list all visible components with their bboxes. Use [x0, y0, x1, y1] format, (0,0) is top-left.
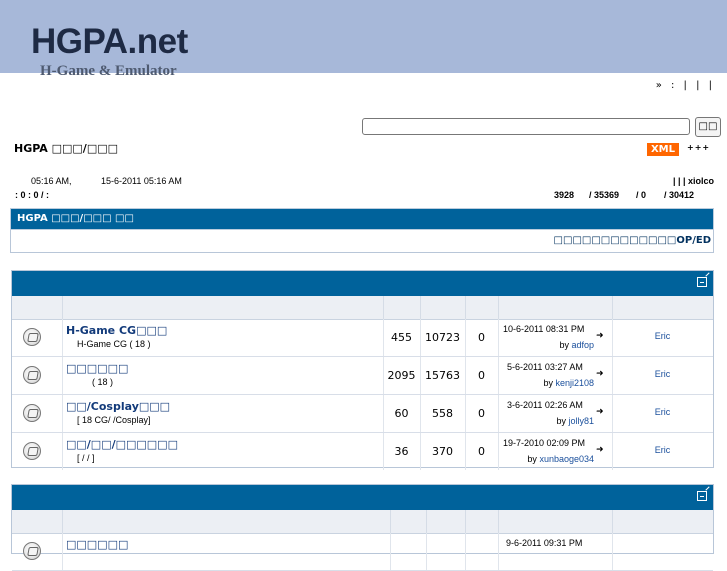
forum-topics-count: 60	[394, 407, 409, 420]
last-post-date: 19-7-2010 02:09 PM	[503, 438, 586, 448]
section-column-headers	[12, 296, 713, 320]
forum-section-1: H-Game CG□□□ H-Game CG ( 18 ) 455 10723 …	[11, 270, 714, 470]
announcement-body: □□□□□□□□□□□□□OP/ED	[10, 230, 714, 253]
forum-today-count: 0	[478, 407, 485, 420]
section-header	[12, 485, 713, 510]
last-post-user-link[interactable]: adfop	[571, 340, 594, 350]
announcement-header: HGPA □□□/□□□ □□	[10, 208, 714, 230]
section-column-headers	[12, 510, 713, 534]
site-logo[interactable]: HGPA.net	[31, 22, 188, 62]
forum-title-link[interactable]: □□/Cosplay□□□	[66, 400, 170, 413]
search-input[interactable]	[362, 118, 690, 135]
forum-title-link[interactable]: □□□□□□	[66, 362, 128, 375]
last-post-date: 10-6-2011 08:31 PM	[503, 324, 585, 334]
last-post-by-label: by	[527, 454, 537, 464]
stat-today: / 0	[636, 190, 647, 200]
forum-moderator-link[interactable]: Eric	[612, 369, 713, 379]
header-banner: HGPA.net H-Game & Emulator	[0, 0, 727, 79]
last-post-user-link[interactable]: xunbaoge034	[539, 454, 594, 464]
stat-topics: / 35369	[589, 190, 620, 200]
forum-row[interactable]: □□/Cosplay□□□ [ 18 CG/ /Cosplay] 60 558 …	[12, 395, 713, 433]
last-post-user-link[interactable]: kenji2108	[555, 378, 594, 388]
forum-posts-count: 558	[432, 407, 453, 420]
forum-posts-count: 370	[432, 445, 453, 458]
forum-today-count: 0	[478, 331, 485, 344]
forum-row[interactable]: H-Game CG□□□ H-Game CG ( 18 ) 455 10723 …	[12, 319, 713, 357]
announcement-marquee[interactable]: □□□□□□□□□□□□□OP/ED	[554, 235, 711, 246]
forum-moderator-link[interactable]: Eric	[612, 331, 713, 341]
forum-status-icon	[23, 404, 41, 422]
forum-row[interactable]: □□/□□/□□□□□□ [ / / ] 36 370 0 19-7-2010 …	[12, 433, 713, 470]
collapse-icon[interactable]	[697, 277, 707, 287]
goto-last-post-icon[interactable]: ➜	[596, 369, 604, 379]
top-nav-links[interactable]: » : | | |	[656, 80, 715, 91]
forum-moderator-link[interactable]: Eric	[612, 445, 713, 455]
online-user[interactable]: | | | xiolco	[673, 176, 714, 186]
goto-last-post-icon[interactable]: ➜	[596, 331, 604, 341]
forum-row[interactable]: □□□□□□ ( 18 ) 2095 15763 0 5-6-2011 03:2…	[12, 357, 713, 395]
forum-today-count: 0	[478, 445, 485, 458]
last-post-by-label: by	[559, 340, 569, 350]
last-post-date: 9-6-2011 09:31 PM	[506, 538, 583, 548]
goto-last-post-icon[interactable]: ➜	[596, 407, 604, 417]
forum-description: ( 18 )	[92, 377, 114, 387]
forum-row[interactable]: □□□□□□ 9-6-2011 09:31 PM	[12, 533, 713, 571]
forum-today-count: 0	[478, 369, 485, 382]
goto-last-post-icon[interactable]: ➜	[596, 445, 604, 455]
last-post-date: 3-6-2011 02:26 AM	[507, 400, 583, 410]
collapse-icon[interactable]	[697, 491, 707, 501]
forum-topics-count: 2095	[387, 369, 416, 382]
forum-posts-count: 10723	[425, 331, 460, 344]
expand-arrows-icon[interactable]: +++	[687, 143, 710, 152]
forum-description: [ 18 CG/ /Cosplay]	[77, 415, 151, 425]
user-stats: : 0 : 0 / :	[15, 190, 50, 200]
forum-title-link[interactable]: □□/□□/□□□□□□	[66, 438, 178, 451]
forum-title-link[interactable]: H-Game CG□□□	[66, 324, 167, 337]
forum-section-2: □□□□□□ 9-6-2011 09:31 PM	[11, 484, 714, 571]
last-post-date: 5-6-2011 03:27 AM	[507, 362, 583, 372]
forum-moderator-link[interactable]: Eric	[612, 407, 713, 417]
last-post-author: by kenji2108	[543, 378, 594, 388]
last-post-author: by xunbaoge034	[527, 454, 594, 464]
last-post-by-label: by	[543, 378, 553, 388]
last-post-user-link[interactable]: jolly81	[568, 416, 594, 426]
stat-posts: / 30412	[664, 190, 695, 200]
forum-topics-count: 455	[391, 331, 412, 344]
stat-members: 3928	[554, 190, 575, 200]
forum-description: [ / / ]	[77, 453, 95, 463]
forum-status-icon	[23, 328, 41, 346]
forum-status-icon	[23, 366, 41, 384]
forum-status-icon	[23, 442, 41, 460]
last-post-author: by adfop	[559, 340, 594, 350]
current-time-label: 05:16 AM,	[31, 176, 72, 186]
forum-topics-count: 36	[394, 445, 409, 458]
search-button[interactable]: □□	[695, 117, 721, 137]
forum-description: H-Game CG ( 18 )	[77, 339, 151, 349]
last-post-by-label: by	[556, 416, 566, 426]
last-post-author: by jolly81	[556, 416, 594, 426]
last-visit-time: 15-6-2011 05:16 AM	[101, 176, 182, 186]
page-title[interactable]: HGPA □□□/□□□	[14, 142, 118, 155]
section-header	[12, 271, 713, 296]
rss-xml-badge[interactable]: XML	[647, 143, 679, 156]
site-logo-subtitle: H-Game & Emulator	[40, 63, 177, 79]
forum-posts-count: 15763	[425, 369, 460, 382]
